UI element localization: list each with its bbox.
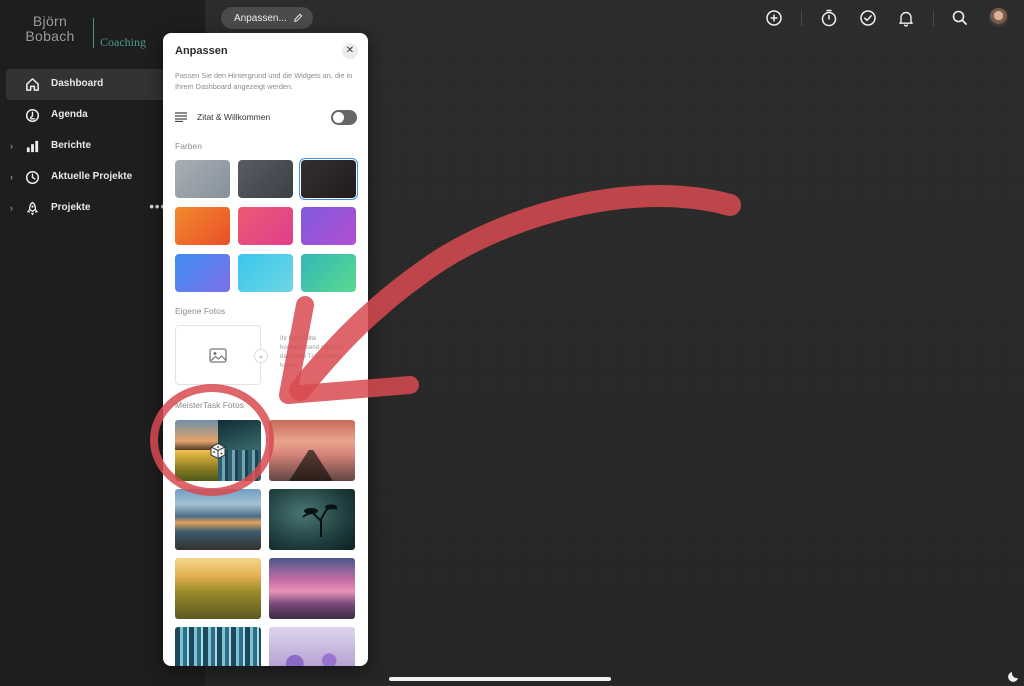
- toolbar-divider: [933, 11, 934, 26]
- panel-title: Anpassen: [175, 45, 228, 57]
- timer-icon[interactable]: [819, 8, 839, 28]
- close-button[interactable]: ✕: [342, 43, 358, 59]
- color-swatch[interactable]: [301, 207, 356, 245]
- color-swatch[interactable]: [175, 254, 230, 292]
- dashboard-title-button[interactable]: Anpassen...: [221, 7, 313, 29]
- logo-divider: [93, 18, 94, 48]
- photo-pier-dusk[interactable]: [269, 558, 355, 619]
- photo-jetty-sunset[interactable]: [269, 420, 355, 481]
- quote-welcome-row: Zitat & Willkommen: [175, 110, 357, 126]
- own-photos-label: Eigene Fotos: [175, 306, 226, 316]
- customize-panel: Anpassen ✕ Passen Sie den Hintergrund un…: [163, 33, 368, 666]
- photo-random[interactable]: [175, 420, 261, 481]
- chevron-right-icon[interactable]: ›: [10, 203, 13, 213]
- quote-welcome-toggle[interactable]: [331, 110, 357, 125]
- top-toolbar: [760, 8, 1024, 30]
- moon-icon: [1008, 672, 1018, 682]
- logo-name-line1: Björn: [32, 13, 68, 29]
- text-lines-icon: [175, 112, 187, 122]
- sidebar-item-label: Aktuelle Projekte: [51, 171, 133, 182]
- agenda-icon: [25, 108, 40, 123]
- sidebar-item-label: Berichte: [51, 140, 92, 151]
- quote-welcome-label: Zitat & Willkommen: [197, 112, 271, 122]
- logo-subtitle: Coaching: [100, 35, 146, 49]
- sidebar-item-label: Dashboard: [51, 78, 104, 89]
- chevron-right-icon[interactable]: ›: [10, 141, 13, 151]
- plus-circle-icon[interactable]: [764, 8, 784, 28]
- color-swatch[interactable]: [175, 207, 230, 245]
- color-swatch[interactable]: [238, 254, 293, 292]
- pencil-icon: [293, 13, 303, 22]
- bar-chart-icon: [26, 140, 39, 153]
- bell-icon[interactable]: [896, 8, 916, 28]
- dashboard-title: Anpassen...: [234, 12, 287, 24]
- tree-icon: [302, 504, 338, 537]
- own-photos-hint: Ihr Foto sollte hochauflösend sein und d…: [280, 336, 344, 369]
- home-indicator: [389, 677, 611, 681]
- chevron-right-icon[interactable]: ›: [10, 172, 13, 182]
- dice-icon: [210, 442, 226, 460]
- color-swatch[interactable]: [238, 207, 293, 245]
- avatar[interactable]: [989, 8, 1008, 27]
- check-circle-icon[interactable]: [858, 8, 878, 28]
- colors-section-label: Farben: [175, 141, 202, 151]
- meistertask-photos-label: MeisterTask Fotos: [175, 400, 244, 410]
- sidebar-item-label: Agenda: [51, 109, 88, 120]
- sidebar-item-label: Projekte: [51, 202, 91, 213]
- clock-icon: [25, 170, 40, 185]
- chevron-down-icon[interactable]: ⌄: [254, 349, 268, 363]
- image-icon: [209, 348, 227, 363]
- home-icon: [26, 78, 39, 91]
- search-icon[interactable]: [950, 8, 970, 28]
- photo-mountain-lake[interactable]: [175, 489, 261, 550]
- photo-upload-box[interactable]: [175, 325, 261, 385]
- logo-name-line2: Bobach: [25, 28, 75, 44]
- color-swatch[interactable]: [238, 160, 293, 198]
- rocket-icon: [27, 201, 38, 216]
- color-swatch[interactable]: [175, 160, 230, 198]
- panel-description: Passen Sie den Hintergrund und die Widge…: [175, 71, 353, 91]
- toolbar-divider: [801, 11, 802, 26]
- photo-wheat-field[interactable]: [175, 558, 261, 619]
- photo-lavender[interactable]: [269, 627, 355, 666]
- photo-lone-tree[interactable]: [269, 489, 355, 550]
- toggle-knob: [333, 112, 344, 123]
- color-swatch[interactable]: [299, 158, 358, 200]
- logo: Björn Bobach Coaching: [18, 14, 168, 54]
- color-swatch[interactable]: [301, 254, 356, 292]
- photo-blue-forest[interactable]: [175, 627, 261, 666]
